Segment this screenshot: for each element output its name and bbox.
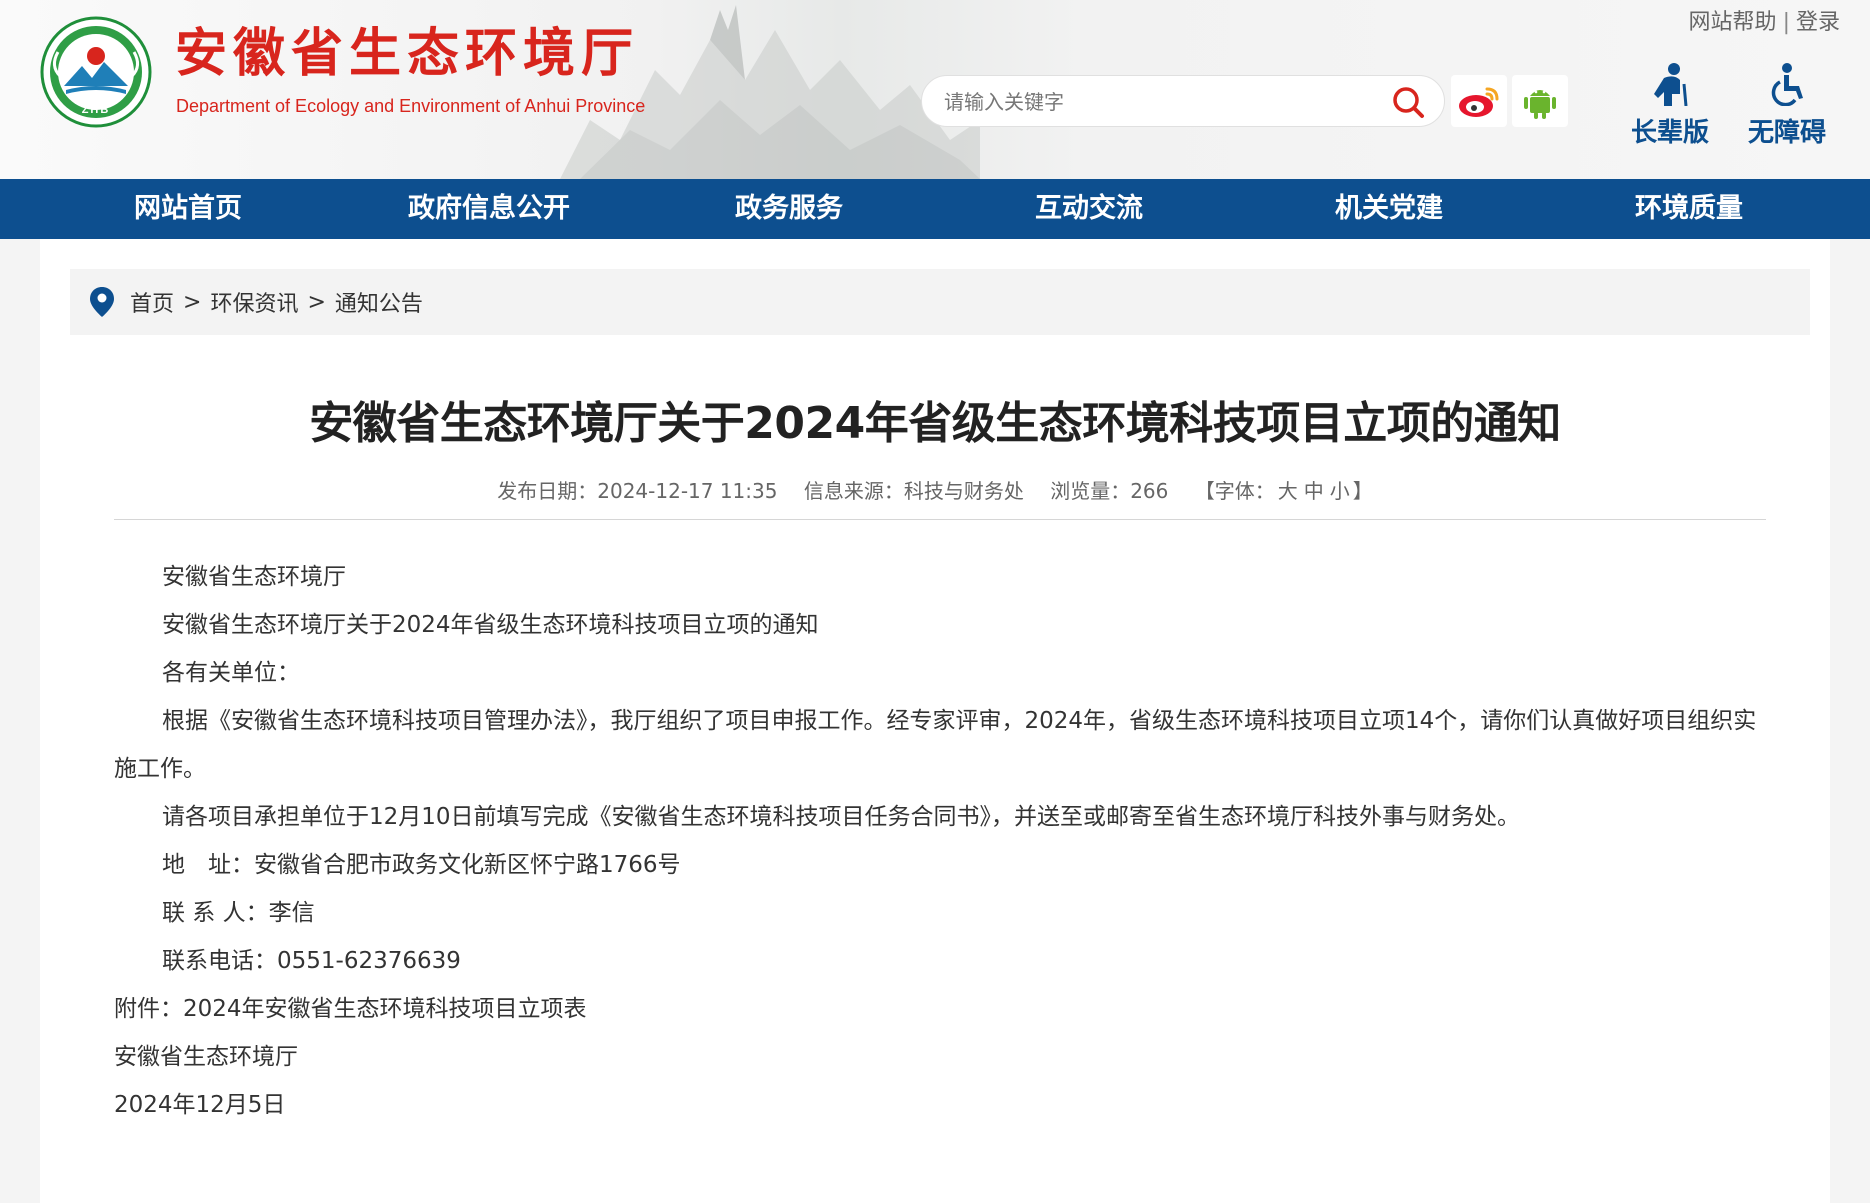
weibo-button[interactable] — [1451, 75, 1507, 127]
body-paragraph: 根据《安徽省生态环境科技项目管理办法》，我厅组织了项目申报工作。经专家评审，20… — [114, 708, 1757, 782]
contact-person-line: 联 系 人：李信 — [162, 900, 315, 926]
breadcrumb-separator: > — [307, 289, 326, 315]
breadcrumb-notices[interactable]: 通知公告 — [335, 286, 423, 318]
address-line: 地 址：安徽省合肥市政务文化新区怀宁路1766号 — [162, 852, 681, 878]
font-size-medium-button[interactable]: 中 — [1304, 479, 1324, 503]
body-paragraph: 请各项目承担单位于12月10日前填写完成《安徽省生态环境科技项目任务合同书》，并… — [162, 804, 1521, 830]
nav-item-home[interactable]: 网站首页 — [88, 179, 288, 239]
site-header: ZHB 安徽省生态环境厅 Department of Ecology and E… — [0, 0, 1870, 179]
body-paragraph: 安徽省生态环境厅关于2024年省级生态环境科技项目立项的通知 — [162, 612, 819, 638]
info-source: 信息来源：科技与财务处 — [803, 479, 1024, 503]
search-box — [921, 75, 1445, 127]
nav-item-interaction[interactable]: 互动交流 — [989, 179, 1189, 239]
login-link[interactable]: 登录 — [1796, 10, 1840, 35]
signature-date: 2024年12月5日 — [114, 1092, 286, 1118]
content-panel: 首页 > 环保资讯 > 通知公告 安徽省生态环境厅关于2024年省级生态环境科技… — [40, 239, 1830, 1203]
breadcrumb-home[interactable]: 首页 — [130, 286, 174, 318]
publish-date: 发布日期：2024-12-17 11:35 — [497, 479, 778, 503]
font-size-large-button[interactable]: 大 — [1278, 479, 1298, 503]
attachment-line: 附件：2024年安徽省生态环境科技项目立项表 — [114, 996, 587, 1022]
breadcrumb-news[interactable]: 环保资讯 — [210, 286, 298, 318]
signature-org: 安徽省生态环境厅 — [114, 1044, 298, 1070]
logo-text: ZHB — [81, 104, 111, 116]
contact-phone-line: 联系电话：0551-62376639 — [162, 948, 461, 974]
elder-person-icon — [1654, 63, 1688, 106]
nav-item-gov-info[interactable]: 政府信息公开 — [389, 179, 589, 239]
breadcrumb: 首页 > 环保资讯 > 通知公告 — [70, 269, 1810, 335]
android-app-button[interactable] — [1512, 75, 1568, 127]
top-links: 网站帮助 | 登录 — [1689, 4, 1840, 36]
site-logo[interactable]: ZHB — [38, 16, 154, 128]
accessibility-button[interactable]: 无障碍 — [1737, 58, 1837, 148]
nav-item-env-quality[interactable]: 环境质量 — [1589, 179, 1789, 239]
wheelchair-icon — [1771, 63, 1803, 106]
elder-mode-button[interactable]: 长辈版 — [1620, 58, 1720, 148]
body-paragraph: 各有关单位： — [162, 660, 300, 686]
accessibility-label: 无障碍 — [1747, 118, 1826, 148]
view-count: 浏览量：266 — [1050, 479, 1169, 503]
weibo-icon — [1459, 87, 1499, 117]
article-title: 安徽省生态环境厅关于2024年省级生态环境科技项目立项的通知 — [309, 398, 1561, 449]
font-size-small-button[interactable]: 小 — [1330, 479, 1350, 503]
title-divider — [114, 519, 1766, 520]
site-subtitle: Department of Ecology and Environment of… — [176, 96, 646, 116]
link-separator: | — [1782, 10, 1790, 35]
font-size-control: 【字体：大中小】 — [1195, 479, 1373, 503]
search-input[interactable] — [944, 86, 1364, 118]
search-icon[interactable] — [1390, 84, 1426, 120]
breadcrumb-separator: > — [183, 289, 202, 315]
body-paragraph: 安徽省生态环境厅 — [162, 564, 346, 590]
android-icon — [1524, 90, 1556, 119]
nav-item-party[interactable]: 机关党建 — [1289, 179, 1489, 239]
main-nav: 网站首页 政府信息公开 政务服务 互动交流 机关党建 环境质量 — [0, 179, 1870, 239]
font-size-suffix: 】 — [1352, 479, 1373, 503]
help-link[interactable]: 网站帮助 — [1689, 10, 1777, 35]
article-body: 安徽省生态环境厅 安徽省生态环境厅关于2024年省级生态环境科技项目立项的通知 … — [114, 553, 1766, 1129]
article-meta: 发布日期：2024-12-17 11:35 信息来源：科技与财务处 浏览量：26… — [40, 475, 1830, 504]
nav-item-gov-services[interactable]: 政务服务 — [689, 179, 889, 239]
elder-mode-label: 长辈版 — [1630, 118, 1709, 148]
location-pin-icon — [90, 287, 114, 317]
site-title: 安徽省生态环境厅 — [175, 23, 640, 84]
font-size-prefix: 【字体： — [1194, 479, 1275, 503]
